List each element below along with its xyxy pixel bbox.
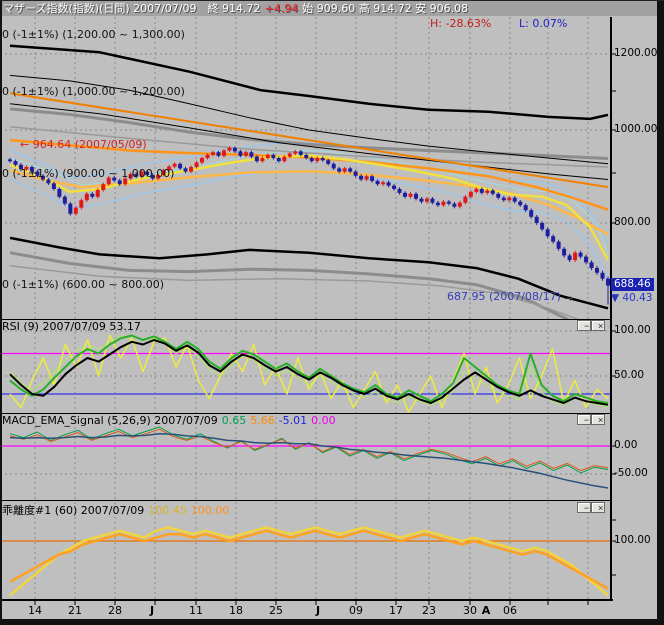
high-annotation: ← 964.64 (2007/05/09) — [20, 138, 147, 151]
x-axis-label: 17 — [382, 604, 410, 617]
window-left-border — [0, 1, 2, 625]
instrument-title: マザーズ指数(指数)(日間) 2007/07/09 終 914.72 — [3, 2, 261, 15]
current-price-change: ▼ 40.43 — [611, 292, 652, 304]
x-axis-label: 28 — [101, 604, 129, 617]
chart-application-window: マザーズ指数(指数)(日間) 2007/07/09 終 914.72+4.94始… — [0, 0, 664, 625]
x-axis-label: 21 — [61, 604, 89, 617]
zone-label-3: 0 (-1±1%) (900.00 ~ 1,000.00) — [2, 167, 174, 180]
signal-value: -5.01 — [275, 414, 307, 427]
macd-title-label: MACD_EMA_Signal (5,26,9) 2007/07/09 — [2, 414, 218, 427]
macd-value: 0.65 — [218, 414, 247, 427]
high-percent-label: H: -28.63% — [430, 17, 491, 30]
rsi-close-button[interactable]: × — [591, 320, 605, 331]
macd-close-button[interactable]: × — [591, 414, 605, 425]
zone-label-2: 0 (-1±1%) (1,000.00 ~ 1,200.00) — [2, 85, 185, 98]
x-axis-label: J — [304, 604, 332, 617]
macd-panel-title: MACD_EMA_Signal (5,26,9) 2007/07/090.655… — [2, 414, 336, 427]
y-axis-label: 1200.00 — [614, 47, 657, 59]
window-right-border — [657, 1, 664, 625]
low-percent-label: L: 0.07% — [519, 17, 567, 30]
window-bottom-border — [0, 619, 664, 625]
y-axis-label: -50.00 — [614, 467, 648, 479]
y-axis-label: 800.00 — [614, 216, 651, 228]
y-axis-label: 50.00 — [614, 369, 644, 381]
deviation-value-yellow: 100.45 — [144, 504, 187, 517]
x-axis-label: 09 — [342, 604, 370, 617]
y-axis-label: 0.00 — [614, 439, 637, 451]
deviation-minimize-button[interactable]: − — [577, 502, 591, 513]
title-bar: マザーズ指数(指数)(日間) 2007/07/09 終 914.72+4.94始… — [0, 1, 664, 16]
x-axis-label: J — [138, 604, 166, 617]
y-axis-label: 100.00 — [614, 324, 651, 336]
rsi-panel-title: RSI (9) 2007/07/09 53.17 — [2, 320, 141, 333]
price-change: +4.94 — [261, 2, 303, 15]
x-axis-label: 18 — [222, 604, 250, 617]
deviation-title-label: 乖離度#1 (60) 2007/07/09 — [2, 504, 144, 517]
x-axis-label: 25 — [262, 604, 290, 617]
x-axis-label: 14 — [21, 604, 49, 617]
deviation-panel-title: 乖離度#1 (60) 2007/07/09100.45100.00 — [2, 502, 229, 518]
zone-label-1: 0 (-1±1%) (1,200.00 ~ 1,300.00) — [2, 28, 185, 41]
x-axis-label: 11 — [182, 604, 210, 617]
rsi-minimize-button[interactable]: − — [577, 320, 591, 331]
y-axis-label: 100.00 — [614, 534, 651, 546]
low-arrow-icon: → — [564, 292, 573, 305]
zone-label-4: 0 (-1±1%) (600.00 ~ 800.00) — [2, 278, 164, 291]
macd-minimize-button[interactable]: − — [577, 414, 591, 425]
deviation-value-orange: 100.00 — [187, 504, 230, 517]
x-axis-label: 06 — [496, 604, 524, 617]
x-axis-label: 23 — [415, 604, 443, 617]
y-axis-label: 1000.00 — [614, 123, 657, 135]
deviation-close-button[interactable]: × — [591, 502, 605, 513]
current-price-badge: 688.46 — [611, 278, 654, 291]
zero-value: 0.00 — [307, 414, 336, 427]
ema-value: 5.66 — [246, 414, 275, 427]
low-annotation: 687.95 (2007/08/17) — [447, 290, 561, 303]
ohlc-values: 始 909.60 高 914.72 安 906.08 — [302, 2, 468, 15]
